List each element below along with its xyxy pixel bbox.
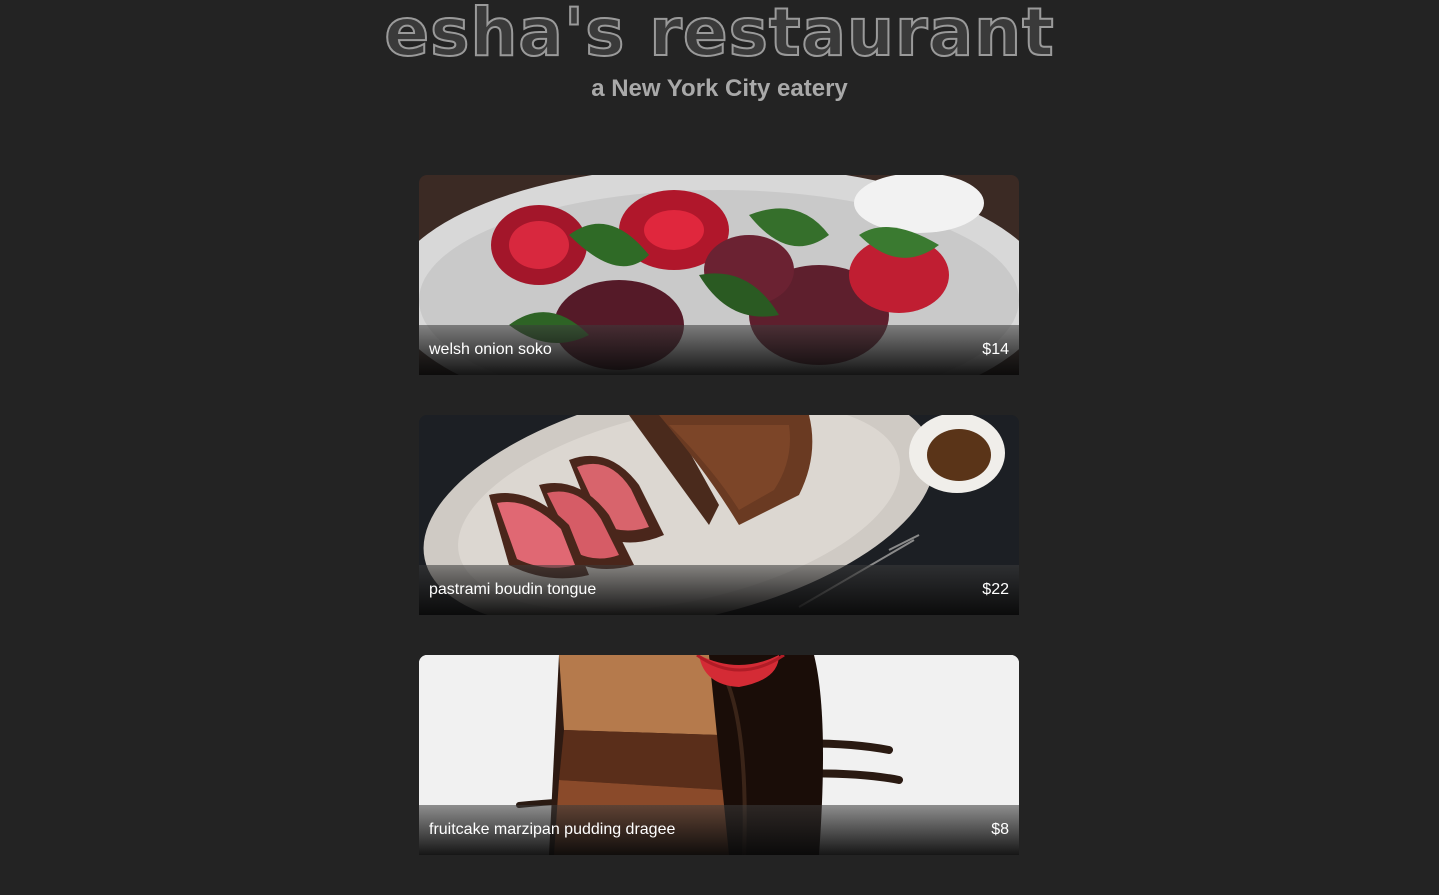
menu-item-name: welsh onion soko — [429, 341, 552, 358]
menu-item-caption: welsh onion soko $14 — [419, 325, 1019, 375]
site-title: esha's restaurant — [383, 0, 1055, 72]
menu-item-price: $22 — [982, 581, 1009, 598]
menu-item-name: pastrami boudin tongue — [429, 581, 597, 598]
menu-item-card[interactable]: fruitcake marzipan pudding dragee $8 — [419, 655, 1019, 855]
menu-list: welsh onion soko $14 pastrami boudin ton… — [419, 175, 1019, 895]
menu-item-caption: pastrami boudin tongue $22 — [419, 565, 1019, 615]
menu-item-price: $8 — [991, 821, 1009, 838]
site-subtitle: a New York City eatery — [591, 75, 848, 102]
menu-item-name: fruitcake marzipan pudding dragee — [429, 821, 676, 838]
menu-item-card[interactable]: welsh onion soko $14 — [419, 175, 1019, 375]
menu-item-caption: fruitcake marzipan pudding dragee $8 — [419, 805, 1019, 855]
menu-item-card[interactable]: pastrami boudin tongue $22 — [419, 415, 1019, 615]
menu-item-price: $14 — [982, 341, 1009, 358]
